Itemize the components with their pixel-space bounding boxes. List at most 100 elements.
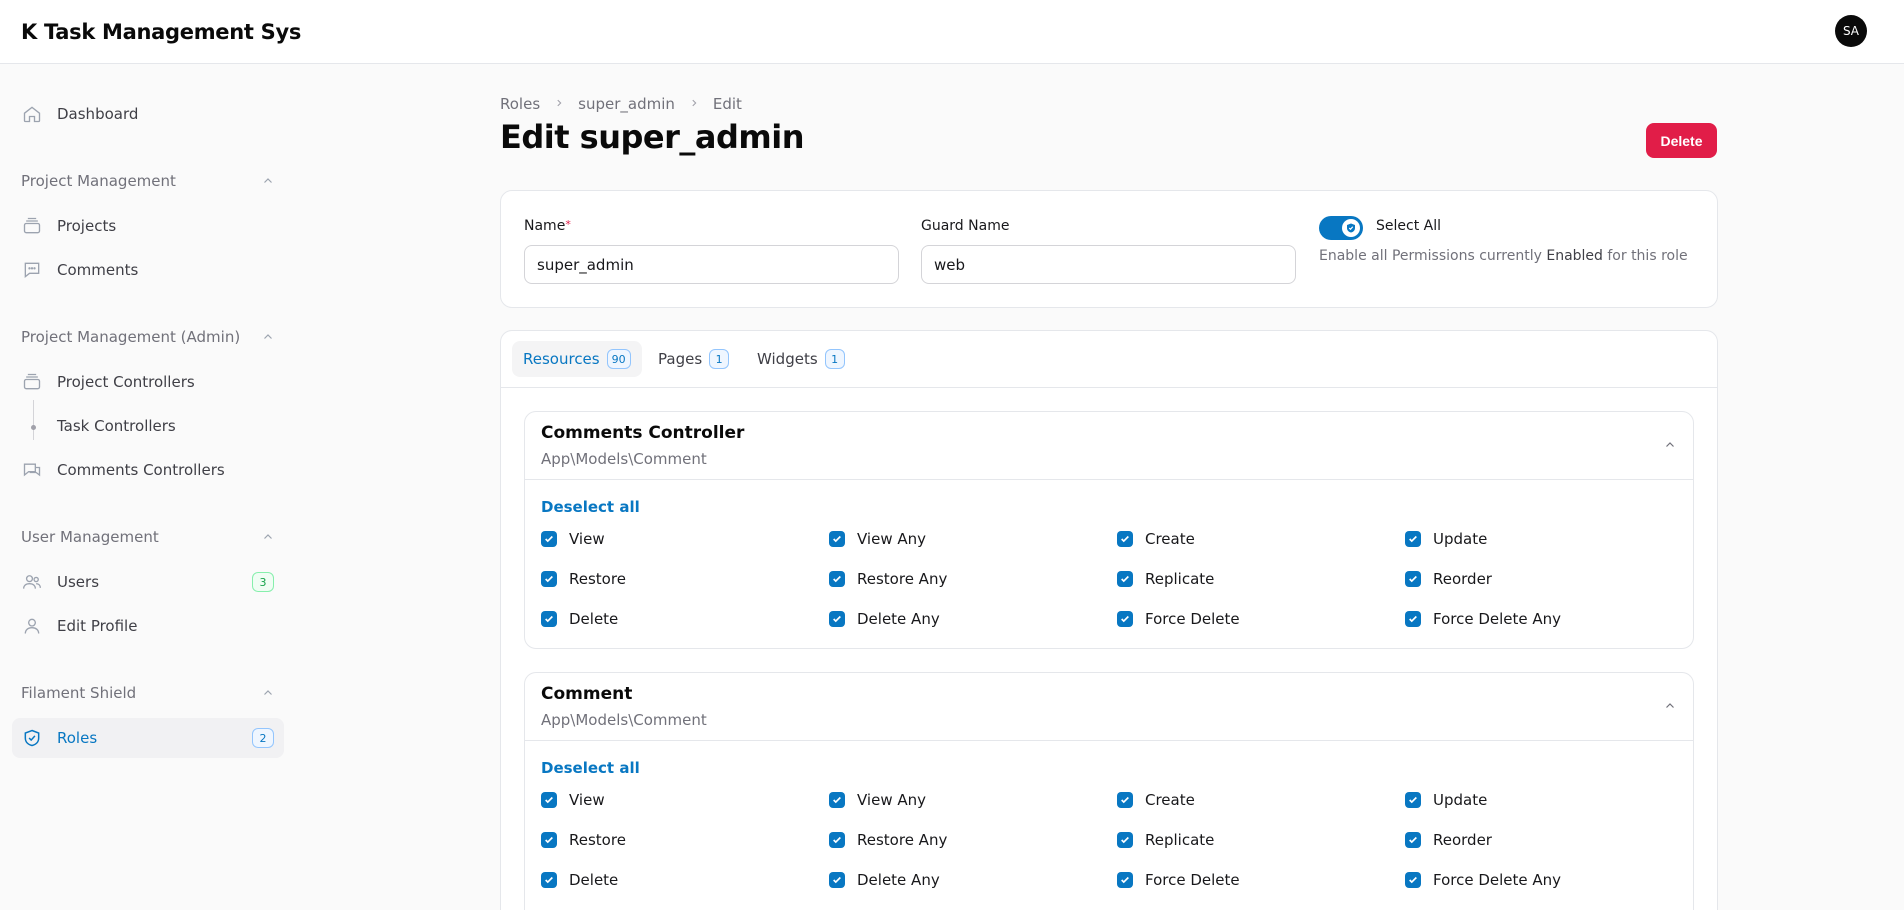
checkbox-checked-icon[interactable] <box>829 571 845 587</box>
checkbox-checked-icon[interactable] <box>541 832 557 848</box>
permission-label: Restore Any <box>857 570 948 588</box>
sidebar-item-task-controllers[interactable]: Task Controllers <box>12 406 284 446</box>
app-title[interactable]: K Task Management Sys <box>21 20 301 44</box>
permission-checkbox[interactable]: Reorder <box>1405 570 1492 588</box>
permission-label: View <box>569 530 605 548</box>
nav-group-filament-shield[interactable]: Filament Shield <box>21 684 281 702</box>
tab-label: Pages <box>658 350 703 368</box>
checkbox-checked-icon[interactable] <box>829 872 845 888</box>
chevron-up-icon[interactable] <box>1661 697 1679 715</box>
permission-label: Force Delete <box>1145 610 1240 628</box>
breadcrumb-roles[interactable]: Roles <box>500 95 540 113</box>
checkbox-checked-icon[interactable] <box>1405 611 1421 627</box>
permission-checkbox[interactable]: Delete <box>541 610 618 628</box>
delete-button[interactable]: Delete <box>1646 123 1717 158</box>
chat-bubbles-icon <box>21 459 43 481</box>
permission-checkbox[interactable]: View <box>541 791 605 809</box>
sidebar-item-comments-controllers[interactable]: Comments Controllers <box>12 450 284 490</box>
tab-resources[interactable]: Resources 90 <box>512 341 642 377</box>
permission-checkbox[interactable]: Delete <box>541 871 618 889</box>
chevron-up-icon[interactable] <box>259 172 277 190</box>
permission-checkbox[interactable]: Reorder <box>1405 831 1492 849</box>
guard-name-input[interactable] <box>921 245 1296 284</box>
nav-group-user-management[interactable]: User Management <box>21 528 281 546</box>
checkbox-checked-icon[interactable] <box>1117 571 1133 587</box>
sidebar-item-projects[interactable]: Projects <box>12 206 284 246</box>
permission-checkbox[interactable]: Replicate <box>1117 570 1214 588</box>
permission-checkbox[interactable]: Delete Any <box>829 610 940 628</box>
nav-group-label: Project Management <box>21 172 176 190</box>
permission-checkbox[interactable]: Restore Any <box>829 570 947 588</box>
sidebar-item-project-controllers[interactable]: Project Controllers <box>12 362 284 402</box>
checkbox-checked-icon[interactable] <box>1117 832 1133 848</box>
section-header[interactable]: Comments Controller App\Models\Comment <box>525 412 1693 480</box>
sidebar-item-roles[interactable]: Roles 2 <box>12 718 284 758</box>
permission-checkbox[interactable]: Force Delete Any <box>1405 610 1561 628</box>
checkbox-checked-icon[interactable] <box>1117 792 1133 808</box>
permission-checkbox[interactable]: View Any <box>829 791 926 809</box>
section-title: Comment <box>541 684 633 704</box>
checkbox-checked-icon[interactable] <box>541 872 557 888</box>
tab-widgets[interactable]: Widgets 1 <box>746 341 856 377</box>
checkbox-checked-icon[interactable] <box>829 792 845 808</box>
permission-checkbox[interactable]: Replicate <box>1117 831 1214 849</box>
sidebar-item-label: Users <box>57 573 100 591</box>
breadcrumb-super-admin[interactable]: super_admin <box>578 95 675 113</box>
tab-count-badge: 1 <box>824 349 845 369</box>
permission-checkbox[interactable]: Force Delete Any <box>1405 871 1561 889</box>
permission-checkbox[interactable]: Update <box>1405 791 1487 809</box>
section-header[interactable]: Comment App\Models\Comment <box>525 673 1693 741</box>
permission-checkbox[interactable]: Create <box>1117 791 1195 809</box>
sidebar-item-edit-profile[interactable]: Edit Profile <box>12 606 284 646</box>
sidebar-item-comments[interactable]: Comments <box>12 250 284 290</box>
permission-checkbox[interactable]: Delete Any <box>829 871 940 889</box>
chevron-up-icon[interactable] <box>1661 436 1679 454</box>
permission-label: View <box>569 791 605 809</box>
nav-group-project-management-admin[interactable]: Project Management (Admin) <box>21 328 281 346</box>
checkbox-checked-icon[interactable] <box>541 611 557 627</box>
checkbox-checked-icon[interactable] <box>541 792 557 808</box>
page-title: Edit super_admin <box>500 118 804 156</box>
checkbox-checked-icon[interactable] <box>1405 571 1421 587</box>
deselect-all-link[interactable]: Deselect all <box>541 759 640 777</box>
permission-checkbox[interactable]: Restore <box>541 831 626 849</box>
sidebar-item-label: Project Controllers <box>57 373 195 391</box>
checkbox-checked-icon[interactable] <box>1405 531 1421 547</box>
permission-label: Force Delete Any <box>1433 610 1562 628</box>
checkbox-checked-icon[interactable] <box>1405 792 1421 808</box>
permission-checkbox[interactable]: Restore Any <box>829 831 947 849</box>
permission-checkbox[interactable]: Force Delete <box>1117 871 1240 889</box>
checkbox-checked-icon[interactable] <box>1405 872 1421 888</box>
sidebar-item-users[interactable]: Users 3 <box>12 562 284 602</box>
checkbox-checked-icon[interactable] <box>829 531 845 547</box>
checkbox-checked-icon[interactable] <box>1117 611 1133 627</box>
chevron-up-icon[interactable] <box>259 328 277 346</box>
permission-checkbox[interactable]: Force Delete <box>1117 610 1240 628</box>
chevron-up-icon[interactable] <box>259 684 277 702</box>
permission-checkbox[interactable]: Restore <box>541 570 626 588</box>
checkbox-checked-icon[interactable] <box>541 531 557 547</box>
permission-checkbox[interactable]: Create <box>1117 530 1195 548</box>
tab-pages[interactable]: Pages 1 <box>647 341 740 377</box>
sidebar-item-label: Roles <box>57 729 98 747</box>
checkbox-checked-icon[interactable] <box>1405 832 1421 848</box>
permission-checkbox[interactable]: View Any <box>829 530 926 548</box>
permission-checkbox[interactable]: View <box>541 530 605 548</box>
user-avatar[interactable]: SA <box>1835 15 1867 47</box>
name-input[interactable] <box>524 245 899 284</box>
select-all-toggle[interactable] <box>1319 216 1363 240</box>
checkbox-checked-icon[interactable] <box>1117 531 1133 547</box>
checkbox-checked-icon[interactable] <box>1117 872 1133 888</box>
sidebar-item-dashboard[interactable]: Dashboard <box>12 94 284 134</box>
permission-label: Create <box>1145 530 1195 548</box>
permission-label: Delete Any <box>857 610 940 628</box>
checkbox-checked-icon[interactable] <box>829 611 845 627</box>
nav-group-project-management[interactable]: Project Management <box>21 172 281 190</box>
deselect-all-link[interactable]: Deselect all <box>541 498 640 516</box>
permission-checkbox[interactable]: Update <box>1405 530 1487 548</box>
checkbox-checked-icon[interactable] <box>541 571 557 587</box>
sidebar-item-label: Comments Controllers <box>57 461 225 479</box>
permission-label: Replicate <box>1145 570 1215 588</box>
chevron-up-icon[interactable] <box>259 528 277 546</box>
checkbox-checked-icon[interactable] <box>829 832 845 848</box>
